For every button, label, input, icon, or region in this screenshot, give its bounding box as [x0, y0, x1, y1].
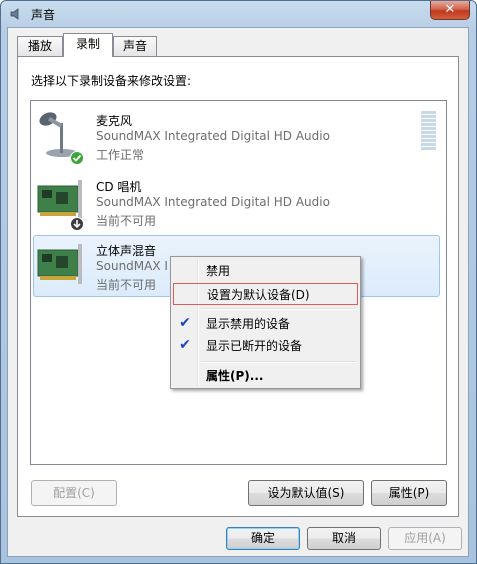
title-bar[interactable]: 声音 ✕: [1, 1, 476, 27]
tab-label: 播放: [27, 39, 52, 53]
menu-item-label: 设置为默认设备(D): [207, 288, 310, 302]
speaker-icon: [10, 8, 19, 20]
context-menu: 禁用 设置为默认设备(D) ✔ 显示禁用的设备 ✔ 显示已断开的设备 属性(P)…: [170, 256, 361, 389]
properties-button[interactable]: 属性(P): [371, 480, 447, 506]
device-driver: SoundMAX Integrated Digital HD Audio: [96, 195, 330, 209]
menu-item-label: 属性(P)...: [206, 369, 264, 383]
window-title: 声音: [31, 8, 56, 22]
device-name: 麦克风: [96, 114, 133, 128]
menu-item-label: 显示禁用的设备: [206, 317, 291, 331]
tab-label: 录制: [75, 37, 100, 51]
tab-label: 声音: [122, 39, 147, 53]
menu-item-properties[interactable]: 属性(P)...: [173, 365, 358, 387]
menu-separator: [201, 361, 356, 363]
menu-item-show-disconnected[interactable]: ✔ 显示已断开的设备: [173, 335, 358, 357]
device-name: 立体声混音: [96, 244, 157, 258]
device-status: 当前不可用: [96, 214, 157, 228]
device-status: 当前不可用: [96, 278, 157, 292]
device-driver: SoundMAX I: [96, 259, 168, 273]
menu-item-label: 显示已断开的设备: [206, 339, 303, 353]
close-icon: ✕: [444, 2, 456, 17]
tab-recording[interactable]: 录制: [63, 33, 113, 57]
menu-item-show-disabled[interactable]: ✔ 显示禁用的设备: [173, 313, 358, 335]
configure-button[interactable]: 配置(C): [31, 480, 117, 506]
menu-item-disable[interactable]: 禁用: [173, 260, 358, 282]
check-badge-icon: [70, 151, 84, 165]
device-status: 工作正常: [96, 148, 145, 162]
tab-playback[interactable]: 播放: [17, 36, 63, 56]
device-name: CD 唱机: [96, 180, 142, 194]
sound-card-icon: [37, 244, 82, 284]
ok-button[interactable]: 确定: [226, 527, 300, 550]
tab-sounds[interactable]: 声音: [113, 36, 157, 56]
check-icon: ✔: [179, 337, 191, 353]
check-icon: ✔: [179, 315, 191, 331]
instruction-text: 选择以下录制设备来修改设置:: [31, 74, 192, 88]
menu-separator: [201, 308, 356, 310]
apply-button[interactable]: 应用(A): [388, 527, 462, 550]
arrow-down-badge-icon: [70, 217, 84, 231]
cancel-button[interactable]: 取消: [307, 527, 381, 550]
device-driver: SoundMAX Integrated Digital HD Audio: [96, 129, 330, 143]
set-default-button[interactable]: 设为默认值(S): [248, 480, 364, 506]
close-button[interactable]: ✕: [430, 1, 470, 20]
menu-item-label: 禁用: [206, 264, 231, 278]
menu-item-set-default-device[interactable]: 设置为默认设备(D): [173, 283, 358, 305]
level-meter: [421, 111, 436, 150]
